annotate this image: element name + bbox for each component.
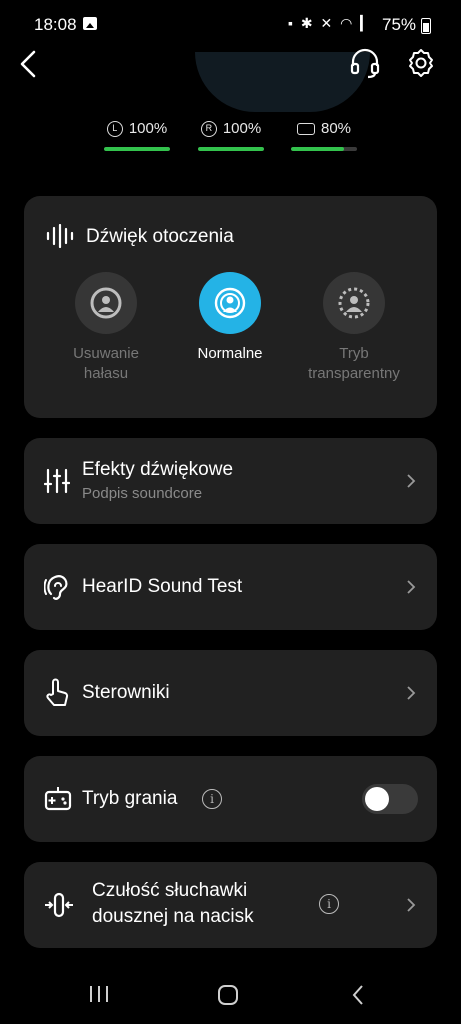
mode-transparency-label: Tryb transparentny (308, 345, 400, 382)
transparency-icon (323, 272, 385, 334)
back-button[interactable] (14, 46, 48, 82)
info-icon[interactable]: i (319, 894, 339, 914)
charging-case-icon (296, 122, 315, 135)
mode-noise-cancelling[interactable] (75, 272, 137, 334)
left-earbud-icon: L (106, 120, 123, 137)
status-icons: ▪ ✱ ✕ ◠ ▎ (288, 15, 373, 31)
status-time: 18:08 (34, 15, 77, 34)
controls-title: Sterowniki (82, 682, 170, 703)
case-battery: 80% (291, 120, 357, 151)
status-bar: 18:08 ▪ ✱ ✕ ◠ ▎ 75% (0, 0, 461, 48)
mode-noise-cancelling-label: Usuwanie hałasu (73, 345, 139, 382)
sound-effects-title: Efekty dźwiękowe (82, 459, 234, 480)
left-earbud-battery: L 100% (104, 120, 170, 151)
controls-row[interactable]: Sterowniki (24, 650, 437, 736)
gaming-mode-toggle[interactable] (362, 784, 418, 814)
chevron-right-icon (407, 898, 416, 912)
noise-cancelling-icon (75, 272, 137, 334)
headset-icon (350, 48, 380, 79)
ear-icon (44, 575, 68, 600)
hearid-row[interactable]: HearID Sound Test (24, 544, 437, 630)
gaming-mode-row: Tryb grania i (24, 756, 437, 842)
recent-apps-button[interactable] (88, 984, 110, 1004)
mode-normal[interactable] (199, 272, 261, 334)
status-battery-percent: 75% (382, 15, 417, 34)
chevron-right-icon (407, 580, 416, 594)
ambient-sound-card: Dźwięk otoczenia Usuwanie hałasu Normalne (24, 196, 437, 418)
settings-button[interactable] (404, 46, 438, 80)
toggle-knob (365, 787, 389, 811)
press-sensitivity-icon (45, 892, 73, 918)
system-back-button[interactable] (350, 984, 366, 1006)
normal-mode-icon (199, 272, 261, 334)
gear-icon (409, 49, 433, 77)
system-nav-bar (0, 960, 461, 1024)
mode-normal-label: Normalne (197, 345, 263, 362)
home-button[interactable] (217, 984, 239, 1006)
battery-icon (421, 18, 431, 34)
back-arrow-icon (20, 50, 36, 78)
press-sensitivity-title-line2: dousznej na nacisk (92, 906, 254, 927)
info-icon[interactable]: i (202, 789, 222, 809)
headset-button[interactable] (348, 46, 382, 80)
press-sensitivity-row[interactable]: Czułość słuchawki dousznej na nacisk i (24, 862, 437, 948)
chevron-right-icon (407, 686, 416, 700)
equalizer-icon (44, 468, 70, 494)
sound-effects-row[interactable]: Efekty dźwiękowe Podpis soundcore (24, 438, 437, 524)
left-battery-label: 100% (128, 120, 168, 137)
device-image-partial (195, 52, 370, 112)
case-battery-bar (291, 147, 357, 151)
right-earbud-icon: R (200, 120, 217, 137)
right-battery-bar (198, 147, 264, 151)
chevron-right-icon (407, 474, 416, 488)
right-earbud-battery: R 100% (198, 120, 264, 151)
case-battery-label: 80% (320, 120, 352, 137)
press-sensitivity-title-line1: Czułość słuchawki (92, 880, 248, 901)
ambient-sound-title: Dźwięk otoczenia (86, 226, 234, 247)
game-controller-icon (44, 787, 72, 811)
sound-effects-subtitle: Podpis soundcore (82, 485, 203, 502)
gallery-notification-icon (83, 17, 97, 30)
mode-transparency[interactable] (323, 272, 385, 334)
hearid-title: HearID Sound Test (82, 576, 243, 597)
right-battery-label: 100% (222, 120, 262, 137)
soundwave-icon (46, 224, 74, 248)
gaming-mode-title: Tryb grania (82, 788, 178, 809)
touch-gesture-icon (46, 678, 69, 706)
left-battery-bar (104, 147, 170, 151)
